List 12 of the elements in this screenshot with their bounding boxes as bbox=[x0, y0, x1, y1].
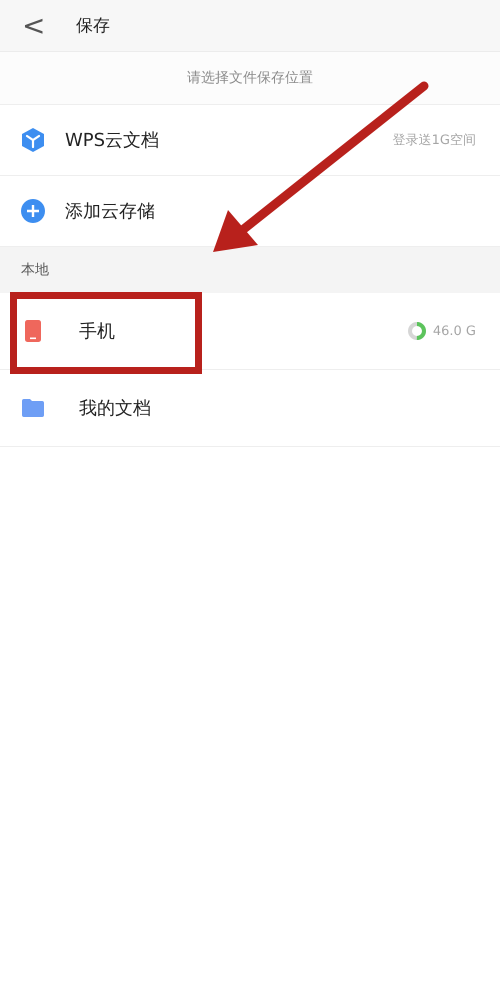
location-item[interactable]: 手机 46.0 G bbox=[0, 293, 500, 370]
folder-icon bbox=[21, 399, 45, 417]
back-button[interactable]: < bbox=[0, 12, 70, 40]
storage-ring-icon bbox=[408, 322, 426, 340]
login-promo-text: 登录送1G空间 bbox=[392, 132, 476, 149]
location-item[interactable]: WPS云文档 登录送1G空间 bbox=[0, 105, 500, 176]
storage-size: 46.0 G bbox=[432, 324, 476, 338]
cube-icon bbox=[21, 127, 45, 153]
location-item[interactable]: 我的文档 bbox=[0, 370, 500, 447]
section-header: 本地 bbox=[0, 247, 500, 293]
plus-icon bbox=[21, 199, 45, 223]
page-title: 保存 bbox=[76, 15, 110, 37]
